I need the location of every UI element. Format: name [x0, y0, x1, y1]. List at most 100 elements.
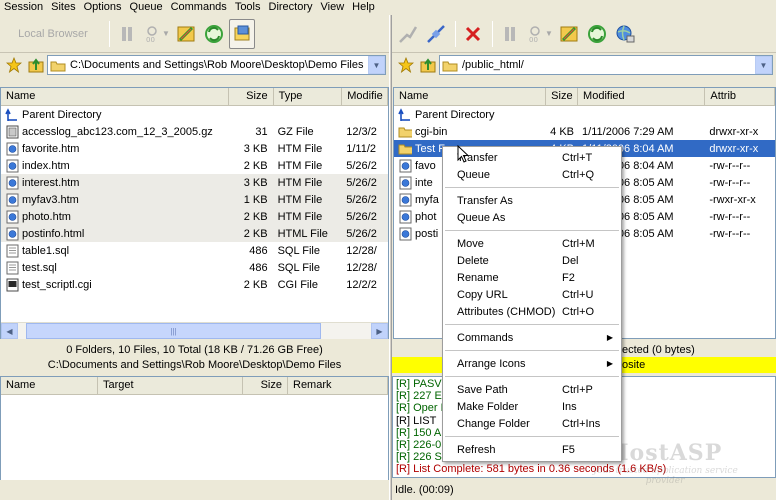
table-row[interactable]: accesslog_abc123.com_12_3_2005.gz 31 GZ Fi… — [1, 123, 388, 140]
menu-options[interactable]: Options — [80, 0, 126, 15]
sync-folders-icon[interactable] — [173, 19, 199, 49]
context-item-transfer[interactable]: Transfer Ctrl+T — [443, 149, 621, 166]
column-attrib[interactable]: Attrib — [705, 88, 775, 105]
file-name: interest.htm — [22, 176, 80, 189]
file-modified: 5/26/2 — [346, 227, 377, 240]
local-path-input[interactable]: C:\Documents and Settings\Rob Moore\Desk… — [47, 55, 386, 75]
up-folder-icon[interactable] — [417, 55, 439, 75]
file-modified: 12/3/2 — [346, 125, 377, 138]
context-item-move[interactable]: Move Ctrl+M — [443, 235, 621, 252]
chevron-down-icon[interactable]: ▼ — [545, 29, 553, 38]
table-row[interactable]: Parent Directory — [394, 106, 775, 123]
file-size: 486 — [249, 244, 268, 257]
table-row[interactable]: photo.htm 2 KB HTM File 5/26/2 — [1, 208, 388, 225]
context-item-rename[interactable]: Rename F2 — [443, 269, 621, 286]
local-browser-button[interactable]: Local Browser — [3, 19, 103, 49]
remote-list-header: Name Size Modified Attrib — [394, 88, 775, 106]
chevron-down-icon[interactable]: ▼ — [368, 56, 385, 74]
connect-icon[interactable] — [395, 19, 421, 49]
context-item-arrange-icons[interactable]: Arrange Icons ▶ — [443, 355, 621, 372]
up-folder-icon[interactable] — [25, 55, 47, 75]
menu-view[interactable]: View — [317, 0, 349, 15]
scroll-thumb[interactable]: ||| — [26, 323, 321, 339]
table-row[interactable]: interest.htm 3 KB HTM File 5/26/2 — [1, 174, 388, 191]
skip-icon[interactable]: 00 ▼ — [142, 19, 171, 49]
context-item-delete[interactable]: Delete Del — [443, 252, 621, 269]
scroll-left-icon[interactable]: ◀ — [1, 323, 18, 339]
abort-icon[interactable] — [460, 19, 486, 49]
html-file-icon — [5, 193, 19, 207]
menu-bar: Session Sites Options Queue Commands Tools Dir… — [0, 0, 776, 15]
table-row[interactable]: table1.sql 486 SQL File 12/28/ — [1, 242, 388, 259]
menu-sites[interactable]: Sites — [47, 0, 79, 15]
table-row[interactable]: myfav3.htm 1 KB HTM File 5/26/2 — [1, 191, 388, 208]
column-size[interactable]: Size — [546, 88, 579, 105]
table-row[interactable]: test_scriptl.cgi 2 KB CGI File 12/2/2 — [1, 276, 388, 293]
context-item-queue[interactable]: Queue Ctrl+Q — [443, 166, 621, 183]
menu-directory[interactable]: Directory — [265, 0, 317, 15]
table-row[interactable]: postinfo.html 2 KB HTML File 5/26/2 — [1, 225, 388, 242]
context-item-copy-url[interactable]: Copy URL Ctrl+U — [443, 286, 621, 303]
refresh-icon[interactable] — [201, 19, 227, 49]
column-size[interactable]: Size — [229, 88, 274, 105]
menu-separator — [445, 376, 619, 377]
favorites-star-icon[interactable] — [3, 55, 25, 75]
context-item-queue-as[interactable]: Queue As — [443, 209, 621, 226]
html-file-icon — [398, 176, 412, 190]
column-remark[interactable]: Remark — [288, 377, 388, 394]
chevron-down-icon[interactable]: ▼ — [755, 56, 772, 74]
html-file-icon — [398, 210, 412, 224]
menu-commands[interactable]: Commands — [167, 0, 231, 15]
pause-icon[interactable] — [114, 19, 140, 49]
file-size: 3 KB — [243, 176, 268, 189]
left-bottom-bar — [0, 480, 389, 500]
pause-icon[interactable] — [497, 19, 523, 49]
menu-item-shortcut: F2 — [562, 271, 575, 284]
remote-toolbar: 00 ▼ — [392, 15, 776, 53]
remote-path-input[interactable]: /public_html/ — [439, 55, 773, 75]
remote-path-bar: /public_html/ ▼ — [392, 53, 776, 77]
context-item-transfer-as[interactable]: Transfer As — [443, 192, 621, 209]
table-row[interactable]: Parent Directory — [1, 106, 388, 123]
context-item-make-folder[interactable]: Make Folder Ins — [443, 398, 621, 415]
refresh-icon[interactable] — [584, 19, 610, 49]
toolbar-separator — [492, 20, 493, 47]
context-item-commands[interactable]: Commands ▶ — [443, 329, 621, 346]
chevron-down-icon[interactable]: ▼ — [162, 29, 170, 38]
favorites-star-icon[interactable] — [395, 55, 417, 75]
local-horizontal-scrollbar[interactable]: ◀ ||| ▶ — [1, 322, 388, 339]
column-name[interactable]: Name — [1, 377, 98, 394]
local-toolbar: Local Browser 00 ▼ — [0, 15, 389, 53]
menu-help[interactable]: Help — [348, 0, 379, 15]
column-name[interactable]: Name — [394, 88, 547, 105]
table-row[interactable]: favorite.htm 3 KB HTM File 1/11/2 — [1, 140, 388, 157]
log-line: [R] List Complete: 581 bytes in 0.36 sec… — [396, 463, 667, 476]
menu-item-shortcut: Ctrl+O — [562, 305, 595, 318]
context-item-save-path[interactable]: Save Path Ctrl+P — [443, 381, 621, 398]
table-row[interactable]: cgi-bin 4 KB 1/11/2006 7:29 AM drwxr-xr-x — [394, 123, 775, 140]
column-name[interactable]: Name — [1, 88, 229, 105]
menu-item-shortcut: Ctrl+T — [562, 151, 593, 164]
site-globe-icon[interactable] — [612, 19, 638, 49]
menu-tools[interactable]: Tools — [231, 0, 265, 15]
column-size[interactable]: Size — [243, 377, 288, 394]
column-type[interactable]: Type — [274, 88, 343, 105]
file-type: HTM File — [277, 176, 323, 189]
column-target[interactable]: Target — [98, 377, 243, 394]
context-item-change-folder[interactable]: Change Folder Ctrl+Ins — [443, 415, 621, 432]
menu-queue[interactable]: Queue — [126, 0, 167, 15]
scroll-right-icon[interactable]: ▶ — [371, 323, 388, 339]
disconnect-icon[interactable] — [423, 19, 449, 49]
table-row[interactable]: index.htm 2 KB HTM File 5/26/2 — [1, 157, 388, 174]
table-row[interactable]: test.sql 486 SQL File 12/28/ — [1, 259, 388, 276]
context-item-attributes-chmod[interactable]: Attributes (CHMOD) Ctrl+O — [443, 303, 621, 320]
menu-session[interactable]: Session — [0, 0, 47, 15]
sync-folders-icon[interactable] — [556, 19, 582, 49]
file-attrib: -rw-r--r-- — [709, 176, 751, 189]
file-name: accesslog_abc123.com_12_3_2005.gz — [22, 125, 213, 138]
skip-icon[interactable]: 00 ▼ — [525, 19, 554, 49]
local-view-icon[interactable] — [228, 18, 255, 49]
context-item-refresh[interactable]: Refresh F5 — [443, 441, 621, 458]
column-modified[interactable]: Modifie — [342, 88, 388, 105]
column-modified[interactable]: Modified — [578, 88, 706, 105]
